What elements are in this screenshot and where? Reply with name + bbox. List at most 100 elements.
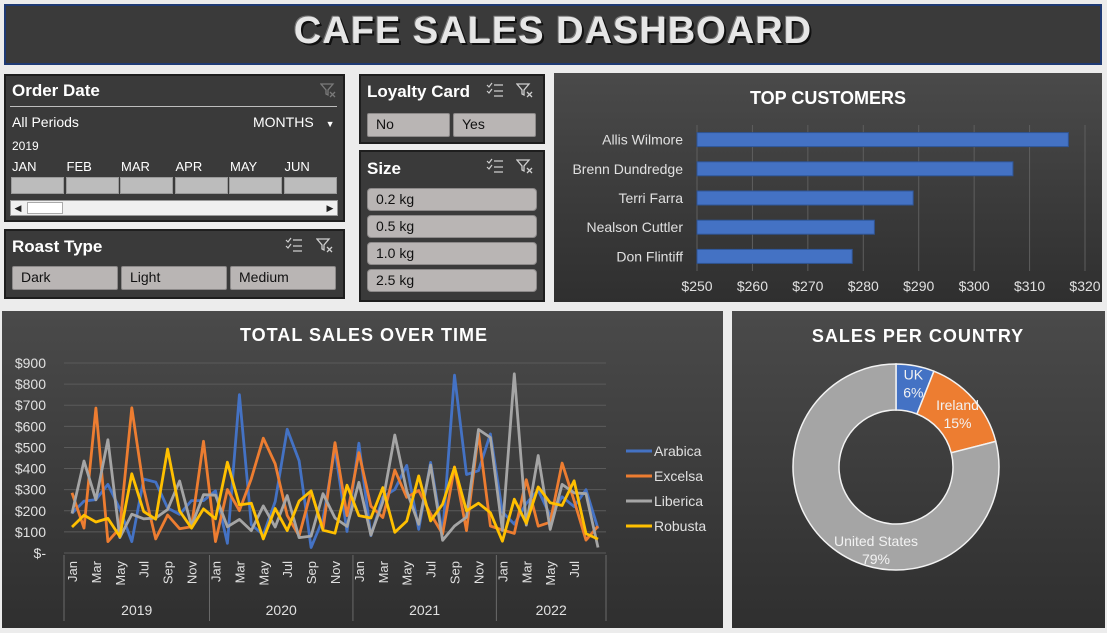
slice-label: UK [904,366,924,382]
year-label: 2022 [536,602,567,618]
category-label: Don Flintiff [616,248,683,264]
bar [696,219,875,235]
roast-light-button[interactable]: Light [121,266,227,290]
timeline-month-cell[interactable] [229,177,282,194]
size-title: Size [367,159,402,178]
timeline-year: 2019 [12,139,39,153]
x-tick-label: Sep [161,561,176,584]
size-option-button[interactable]: 0.2 kg [367,188,537,211]
order-date-title: Order Date [12,81,100,100]
year-label: 2019 [121,602,152,618]
timeline-scrollbar[interactable]: ◀ ▶ [10,200,338,216]
filter-clear-icon[interactable] [315,237,334,257]
timeline-month-label: JUN [284,159,310,174]
timeline-month-label: MAR [121,159,150,174]
sales-per-country-chart: SALES PER COUNTRY UK 6% Ireland 15% United St… [792,326,1024,571]
y-tick-label: $700 [15,397,46,413]
x-tick-label: Sep [304,561,319,584]
category-label: Nealson Cuttler [587,219,684,235]
x-tick-label: $270 [792,278,823,294]
roast-type-title: Roast Type [12,237,103,256]
roast-medium-button[interactable]: Medium [230,266,336,290]
x-tick-label: Mar [232,560,247,583]
x-tick-label: Jan [65,561,80,582]
timeline-month-cell[interactable] [283,177,337,194]
slice-percent: 79% [862,551,890,567]
scroll-thumb[interactable] [27,202,63,214]
y-tick-label: $500 [15,439,46,455]
x-tick-label: $320 [1069,278,1100,294]
y-tick-label: $300 [15,482,46,498]
x-tick-label: Jul [567,561,582,578]
y-tick-label: $400 [15,461,46,477]
x-tick-label: Jul [424,561,439,578]
timeline-month-cell[interactable] [11,177,64,194]
sales-over-time-chart: TOTAL SALES OVER TIME $- $100 $200 $300 $400 $… [15,325,706,621]
bar [696,132,1069,148]
year-label: 2021 [409,602,440,618]
chart-title: TOP CUSTOMERS [750,88,906,108]
slice-percent: 6% [903,384,923,400]
x-tick-label: May [400,561,415,586]
x-tick-label: Mar [519,560,534,583]
x-tick-label: Jan [495,561,510,582]
size-option-button[interactable]: 1.0 kg [367,242,537,265]
size-option-button[interactable]: 0.5 kg [367,215,537,238]
granularity-dropdown[interactable]: MONTHS ▼ [253,114,334,130]
loyalty-no-button[interactable]: No [367,113,450,137]
slice-label: Ireland [936,397,979,413]
loyalty-card-title: Loyalty Card [367,82,470,101]
bar [696,248,853,264]
x-tick-label: $290 [903,278,934,294]
timeline-month-label: APR [175,159,203,174]
y-tick-label: $200 [15,503,46,519]
timeline-month-label: MAY [230,159,258,174]
x-tick-label: May [543,561,558,586]
y-tick-label: $100 [15,524,46,540]
category-label: Brenn Dundredge [572,161,683,177]
x-tick-label: May [113,561,128,586]
x-tick-label: Mar [376,560,391,583]
chart-title: SALES PER COUNTRY [812,326,1024,346]
y-tick-label: $- [34,545,47,561]
x-tick-label: Nov [471,561,486,585]
category-label: Allis Wilmore [602,132,683,148]
dashboard-title: CAFE SALES DASHBOARD [293,10,813,52]
timeline-month-label: JAN [12,159,37,174]
slice-label: United States [834,533,918,549]
top-customers-chart: TOP CUSTOMERS $250 $260 $270 $280 $290 $300 $31… [572,88,1100,294]
series-line [71,447,599,543]
timeline-month-cell[interactable] [65,177,119,194]
slice-percent: 15% [943,415,971,431]
x-tick-label: $300 [959,278,990,294]
timeline-month-cell[interactable] [120,177,173,194]
scroll-right-arrow[interactable]: ▶ [324,202,336,214]
filter-clear-icon[interactable] [515,82,534,102]
filter-clear-icon[interactable] [319,82,336,102]
dropdown-arrow-icon: ▼ [325,119,335,129]
chart-title: TOTAL SALES OVER TIME [240,325,488,345]
x-tick-label: Nov [328,561,343,585]
legend-label: Excelsa [654,468,703,484]
x-tick-label: May [256,561,271,586]
filter-clear-icon[interactable] [515,158,534,178]
legend-label: Robusta [654,518,706,534]
roast-dark-button[interactable]: Dark [12,266,118,290]
x-tick-label: Jul [280,561,295,578]
scroll-left-arrow[interactable]: ◀ [12,202,24,214]
multiselect-icon[interactable] [486,82,504,102]
x-tick-label: $250 [681,278,712,294]
timeline-month-label: FEB [66,159,92,174]
x-tick-label: $310 [1014,278,1045,294]
category-label: Terri Farra [618,190,683,206]
multiselect-icon[interactable] [285,237,303,257]
timeline-month-cell[interactable] [174,177,228,194]
x-tick-label: Jul [137,561,152,578]
x-tick-label: Jan [352,561,367,582]
size-option-button[interactable]: 2.5 kg [367,269,537,292]
x-tick-label: Jan [208,561,223,582]
bar [696,161,1014,177]
loyalty-yes-button[interactable]: Yes [453,113,536,137]
x-tick-label: Sep [448,561,463,584]
multiselect-icon[interactable] [486,158,504,178]
